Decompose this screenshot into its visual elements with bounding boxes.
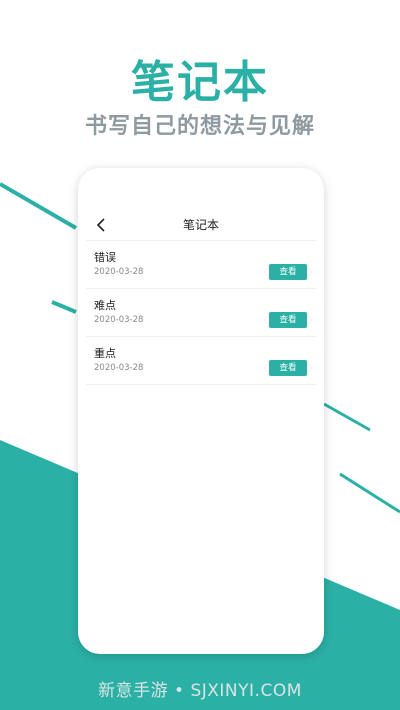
notes-list: 错误 2020-03-28 查看 难点 2020-03-28 查看 重点 202…: [86, 241, 316, 385]
note-date: 2020-03-28: [94, 267, 144, 277]
hero-subtitle: 书写自己的想法与见解: [84, 114, 315, 139]
note-title: 错误: [94, 251, 116, 264]
note-date: 2020-03-28: [94, 363, 144, 373]
watermark: 新意手游 • SJXINYI.COM: [98, 681, 302, 701]
list-item: 错误 2020-03-28 查看: [86, 241, 316, 289]
decor-stripe: [339, 472, 400, 514]
note-date: 2020-03-28: [94, 315, 144, 325]
list-item: 重点 2020-03-28 查看: [86, 337, 316, 385]
phone-screen: 笔记本 错误 2020-03-28 查看 难点 2020-03-28 查看 重点…: [78, 168, 324, 654]
decor-stripe: [0, 182, 78, 230]
navbar: 笔记本: [78, 212, 324, 238]
decor-stripe: [51, 300, 77, 314]
note-title: 重点: [94, 347, 116, 360]
page-title: 笔记本: [182, 218, 219, 232]
note-title: 难点: [94, 299, 116, 312]
list-item: 难点 2020-03-28 查看: [86, 289, 316, 337]
hero-title: 笔记本: [131, 57, 269, 108]
decor-stripe: [323, 402, 371, 432]
view-button[interactable]: 查看: [269, 360, 307, 376]
view-button[interactable]: 查看: [269, 312, 307, 328]
view-button[interactable]: 查看: [269, 264, 307, 280]
